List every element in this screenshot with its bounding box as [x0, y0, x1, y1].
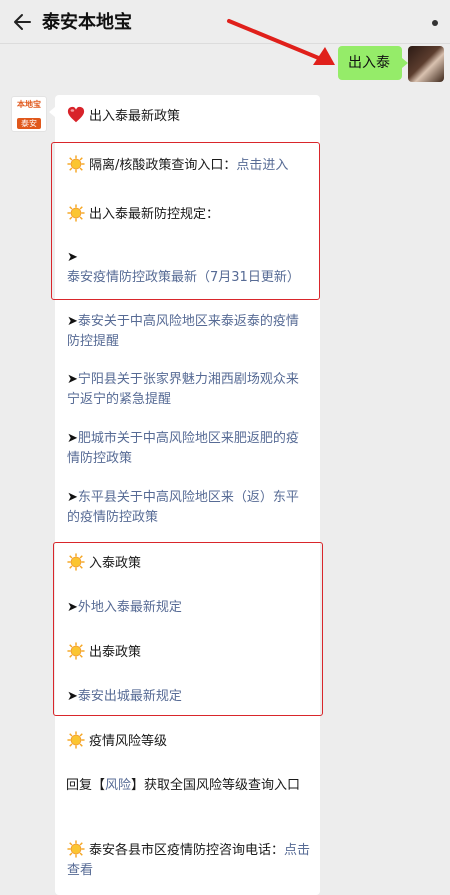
- arrow-bullet-icon: ➤: [67, 431, 78, 446]
- sun-emoji-icon: [67, 204, 85, 222]
- hotline-line: 泰安各县市区疫情防控咨询电话：点击查看: [67, 840, 312, 881]
- arrow-bullet-icon: ➤: [67, 600, 78, 615]
- sun-emoji-icon: [67, 155, 85, 173]
- bot-avatar[interactable]: 本地宝 泰安: [11, 96, 47, 132]
- arrow-bullet-icon: ➤: [67, 372, 78, 387]
- policy-link-4[interactable]: ➤肥城市关于中高风险地区来肥返肥的疫情防控政策: [67, 429, 309, 469]
- policy-link-2[interactable]: ➤泰安关于中高风险地区来泰返泰的疫情防控提醒: [67, 312, 309, 352]
- sun-emoji-icon: [67, 553, 85, 571]
- policy-heading: 出入泰最新政策: [67, 106, 180, 127]
- policy-link-1[interactable]: ➤泰安疫情防控政策最新（7月31日更新）: [67, 248, 309, 288]
- policy-link-3[interactable]: ➤宁阳县关于张家界魅力湘西剧场观众来宁返宁的紧急提醒: [67, 370, 309, 410]
- latest-rules-label: 出入泰最新防控规定：: [89, 207, 220, 222]
- risk-level-title: 疫情风险等级: [67, 731, 167, 752]
- sun-emoji-icon: [67, 642, 85, 660]
- policy-link-5[interactable]: ➤东平县关于中高风险地区来（返）东平的疫情防控政策: [67, 488, 309, 528]
- annotation-arrow-icon: [227, 19, 335, 65]
- risk-reply-instruction: 回复【风险】获取全国风险等级查询入口: [66, 778, 301, 793]
- quarantine-query-link[interactable]: 点击进入: [236, 158, 288, 173]
- quarantine-query-line: 隔离/核酸政策查询入口：点击进入: [67, 155, 288, 176]
- user-avatar[interactable]: [408, 46, 444, 82]
- arrow-left-icon[interactable]: [10, 9, 36, 35]
- sun-emoji-icon: [67, 840, 85, 858]
- outgoing-message-bubble: 出入泰: [338, 46, 408, 80]
- arrow-bullet-icon: ➤: [67, 689, 78, 704]
- sun-emoji-icon: [67, 731, 85, 749]
- latest-rules-line: 出入泰最新防控规定：: [67, 204, 219, 225]
- heart-emoji-icon: [67, 106, 85, 123]
- exit-policy-title: 出泰政策: [67, 642, 141, 663]
- arrow-bullet-icon: ➤: [67, 250, 78, 265]
- chat-title: 泰安本地宝: [42, 12, 132, 33]
- risk-keyword-link[interactable]: 风险: [105, 778, 131, 793]
- enter-policy-title: 入泰政策: [67, 553, 141, 574]
- policy-heading-text: 出入泰最新政策: [89, 109, 181, 124]
- logo-text: 本地宝: [17, 100, 41, 109]
- arrow-bullet-icon: ➤: [67, 490, 78, 505]
- quarantine-query-label: 隔离/核酸政策查询入口：: [89, 158, 237, 173]
- logo-city-tag: 泰安: [17, 118, 41, 129]
- enter-policy-link[interactable]: ➤外地入泰最新规定: [67, 598, 182, 618]
- exit-policy-link[interactable]: ➤泰安出城最新规定: [67, 687, 182, 707]
- arrow-bullet-icon: ➤: [67, 314, 78, 329]
- more-dots-icon[interactable]: [432, 20, 438, 26]
